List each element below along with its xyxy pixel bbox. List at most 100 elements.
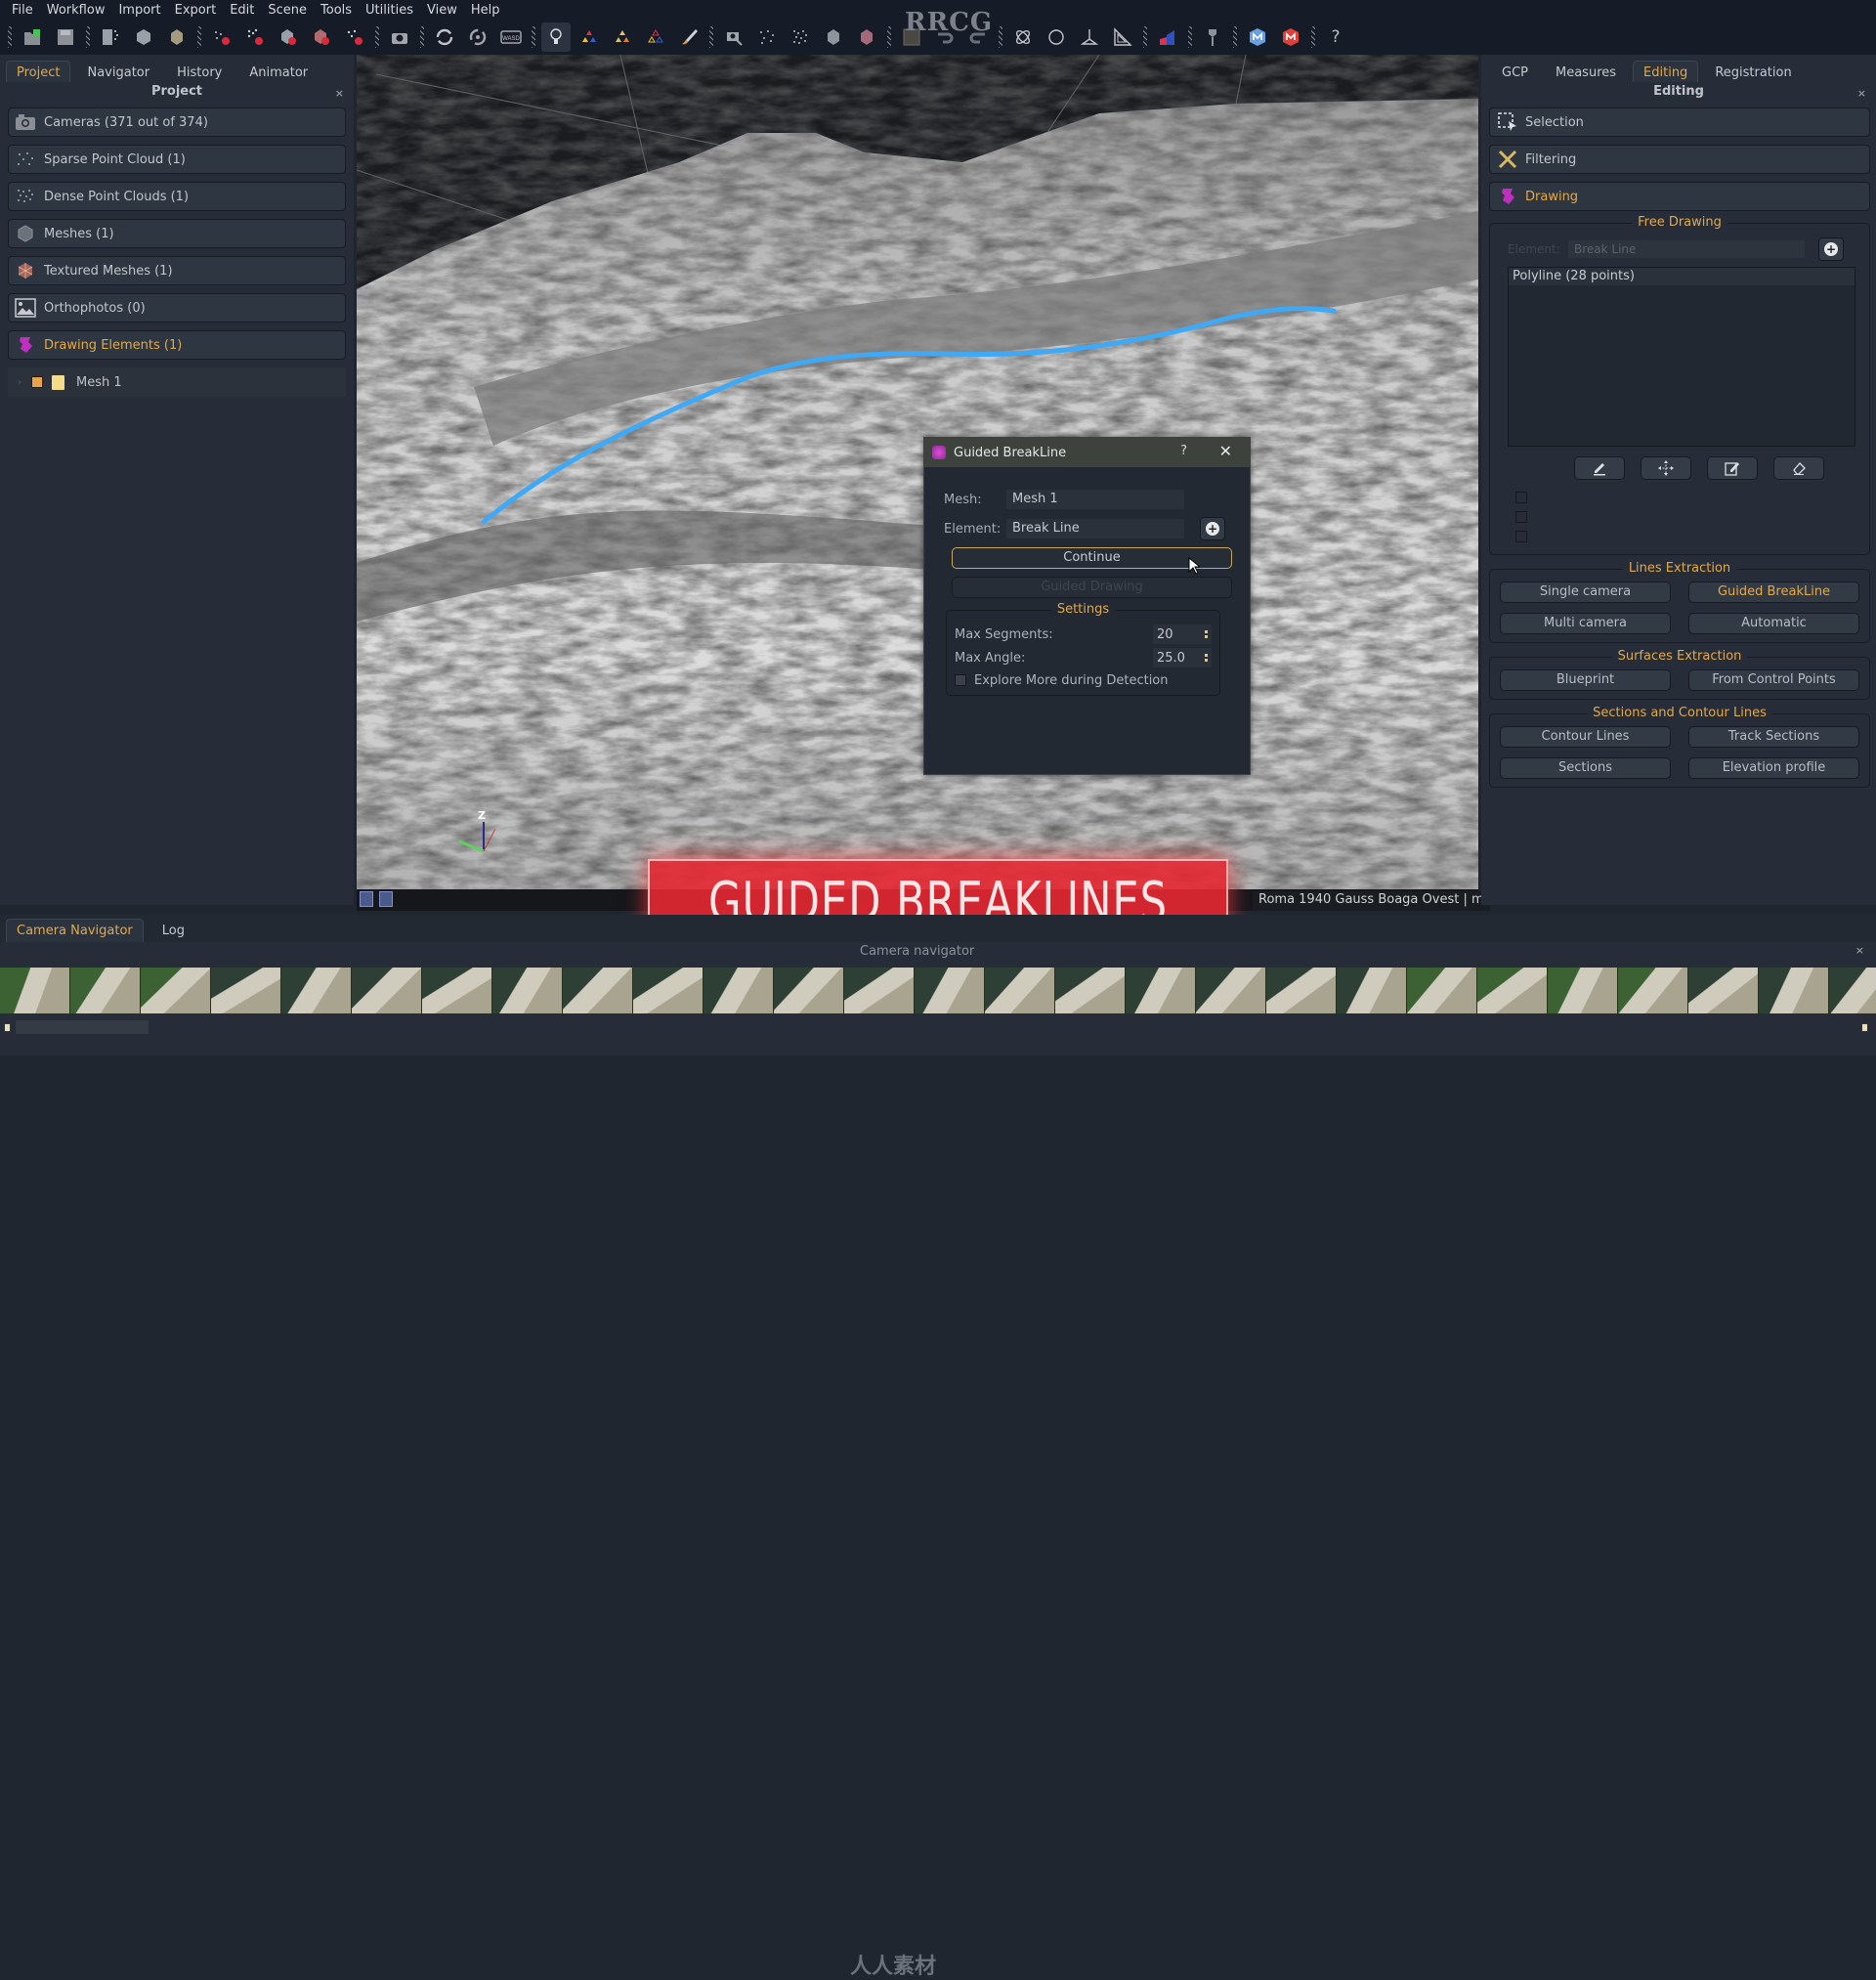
option-checkbox-2[interactable] bbox=[1515, 511, 1527, 523]
add-element-button[interactable]: + bbox=[1818, 237, 1844, 261]
tab-history[interactable]: History bbox=[166, 61, 233, 82]
gcp-yellow-icon[interactable] bbox=[608, 22, 637, 52]
help-button[interactable]: ? bbox=[1180, 444, 1187, 458]
scroll-left-button[interactable] bbox=[4, 1023, 11, 1032]
camera-thumbnail[interactable] bbox=[704, 968, 773, 1013]
mesh-view-icon[interactable] bbox=[819, 22, 848, 52]
wasd-icon[interactable]: WASD bbox=[496, 22, 526, 52]
project-item-meshes[interactable]: Meshes (1) bbox=[8, 219, 346, 248]
camera-thumbnail[interactable] bbox=[281, 968, 351, 1013]
thumbnail-scrollbar[interactable] bbox=[0, 1020, 1876, 1034]
new-project-icon[interactable] bbox=[18, 22, 47, 52]
erase-button[interactable] bbox=[1773, 456, 1824, 480]
help-icon[interactable]: ? bbox=[1321, 22, 1350, 52]
camera-thumbnail[interactable] bbox=[0, 968, 69, 1013]
single-camera-button[interactable]: Single camera bbox=[1500, 581, 1671, 603]
menu-file[interactable]: File bbox=[6, 3, 41, 18]
project-item-cameras[interactable]: Cameras (371 out of 374) bbox=[8, 108, 346, 137]
m-red-icon[interactable] bbox=[1276, 22, 1305, 52]
wrench-icon[interactable] bbox=[1198, 22, 1227, 52]
camera-thumbnail[interactable] bbox=[141, 968, 210, 1013]
tab-editing[interactable]: Editing bbox=[1633, 61, 1699, 82]
option-checkbox-1[interactable] bbox=[1515, 492, 1527, 503]
add-element-button[interactable]: + bbox=[1200, 517, 1225, 540]
camera-thumbnail[interactable] bbox=[1196, 968, 1265, 1013]
m-blue-icon[interactable] bbox=[1243, 22, 1272, 52]
spin-arrows-icon[interactable] bbox=[1205, 654, 1208, 662]
measure-icon[interactable] bbox=[1108, 22, 1137, 52]
cloud-red-icon[interactable] bbox=[340, 22, 369, 52]
camera-thumbnail[interactable] bbox=[1055, 968, 1125, 1013]
editing-item-filtering[interactable]: Filtering bbox=[1489, 145, 1870, 174]
camera-select-icon[interactable] bbox=[719, 22, 748, 52]
camera-thumbnail[interactable] bbox=[70, 968, 140, 1013]
elevation-profile-button[interactable]: Elevation profile bbox=[1688, 757, 1859, 779]
automatic-button[interactable]: Automatic bbox=[1688, 613, 1859, 634]
close-icon[interactable]: × bbox=[1855, 944, 1864, 957]
orbit-axis-icon[interactable] bbox=[1008, 22, 1038, 52]
tree-item-mesh-1[interactable]: › Mesh 1 bbox=[8, 367, 346, 397]
tab-log[interactable]: Log bbox=[151, 919, 195, 942]
max-segments-spinbox[interactable]: 20 bbox=[1153, 624, 1212, 644]
camera-thumbnail[interactable] bbox=[1548, 968, 1617, 1013]
from-control-points-button[interactable]: From Control Points bbox=[1688, 669, 1859, 691]
viewport-mode-button[interactable] bbox=[360, 891, 373, 907]
save-icon[interactable] bbox=[51, 22, 80, 52]
camera-thumbnail[interactable] bbox=[774, 968, 843, 1013]
camera-thumbnail[interactable] bbox=[1126, 968, 1195, 1013]
camera-thumbnail[interactable] bbox=[844, 968, 914, 1013]
track-sections-button[interactable]: Track Sections bbox=[1688, 726, 1859, 748]
transform-icon[interactable] bbox=[1075, 22, 1104, 52]
dialog-titlebar[interactable]: Guided BreakLine ? ✕ bbox=[924, 438, 1250, 467]
texture-red-icon[interactable] bbox=[307, 22, 336, 52]
orbit-icon[interactable] bbox=[463, 22, 492, 52]
menu-view[interactable]: View bbox=[421, 3, 465, 18]
camera-thumbnail[interactable] bbox=[1407, 968, 1476, 1013]
element-select[interactable]: Break Line bbox=[1568, 240, 1805, 258]
viewport-layout-button[interactable] bbox=[379, 891, 393, 907]
editing-item-selection[interactable]: Selection bbox=[1489, 108, 1870, 137]
menu-edit[interactable]: Edit bbox=[224, 3, 262, 18]
tab-camera-navigator[interactable]: Camera Navigator bbox=[6, 919, 144, 942]
scrollbar-thumb[interactable] bbox=[16, 1020, 149, 1034]
camera-thumbnail[interactable] bbox=[915, 968, 984, 1013]
camera-thumbnail[interactable] bbox=[1477, 968, 1547, 1013]
3d-viewport[interactable]: Z bbox=[357, 55, 1478, 895]
menu-utilities[interactable]: Utilities bbox=[360, 3, 421, 18]
editing-item-drawing[interactable]: Drawing bbox=[1489, 182, 1870, 211]
menu-scene[interactable]: Scene bbox=[262, 3, 315, 18]
sparse-red-icon[interactable] bbox=[207, 22, 236, 52]
camera-thumbnail[interactable] bbox=[633, 968, 703, 1013]
brush-icon[interactable] bbox=[674, 22, 704, 52]
project-item-sparse-point-cloud[interactable]: Sparse Point Cloud (1) bbox=[8, 145, 346, 174]
sections-button[interactable]: Sections bbox=[1500, 757, 1671, 779]
camera-thumbnail[interactable] bbox=[985, 968, 1054, 1013]
spin-arrows-icon[interactable] bbox=[1205, 630, 1208, 638]
camera-thumbnail[interactable] bbox=[1618, 968, 1687, 1013]
chevron-right-icon[interactable]: › bbox=[18, 377, 31, 388]
menu-workflow[interactable]: Workflow bbox=[41, 3, 113, 18]
light-icon[interactable] bbox=[541, 22, 571, 52]
close-button[interactable]: ✕ bbox=[1219, 442, 1232, 460]
circle-icon[interactable] bbox=[1042, 22, 1071, 52]
explore-checkbox[interactable] bbox=[955, 674, 966, 686]
close-icon[interactable]: × bbox=[1857, 84, 1866, 104]
camera-thumbnail[interactable] bbox=[563, 968, 632, 1013]
blueprint-button[interactable]: Blueprint bbox=[1500, 669, 1671, 691]
menu-tools[interactable]: Tools bbox=[315, 3, 360, 18]
chart-icon[interactable] bbox=[1153, 22, 1182, 52]
tab-navigator[interactable]: Navigator bbox=[76, 61, 160, 82]
gcp-outline-icon[interactable] bbox=[641, 22, 670, 52]
sparse-points-icon[interactable] bbox=[752, 22, 782, 52]
camera-thumbnail[interactable] bbox=[422, 968, 491, 1013]
menu-help[interactable]: Help bbox=[465, 3, 508, 18]
element-select[interactable]: Break Line bbox=[1006, 519, 1184, 538]
drawing-list[interactable]: Polyline (28 points) bbox=[1508, 267, 1855, 447]
scroll-right-button[interactable] bbox=[1861, 1023, 1868, 1032]
tab-animator[interactable]: Animator bbox=[238, 61, 319, 82]
menu-import[interactable]: Import bbox=[112, 3, 168, 18]
textured-view-icon[interactable] bbox=[852, 22, 881, 52]
move-button[interactable] bbox=[1641, 456, 1691, 480]
tab-measures[interactable]: Measures bbox=[1545, 61, 1627, 82]
dense-red-icon[interactable] bbox=[240, 22, 270, 52]
